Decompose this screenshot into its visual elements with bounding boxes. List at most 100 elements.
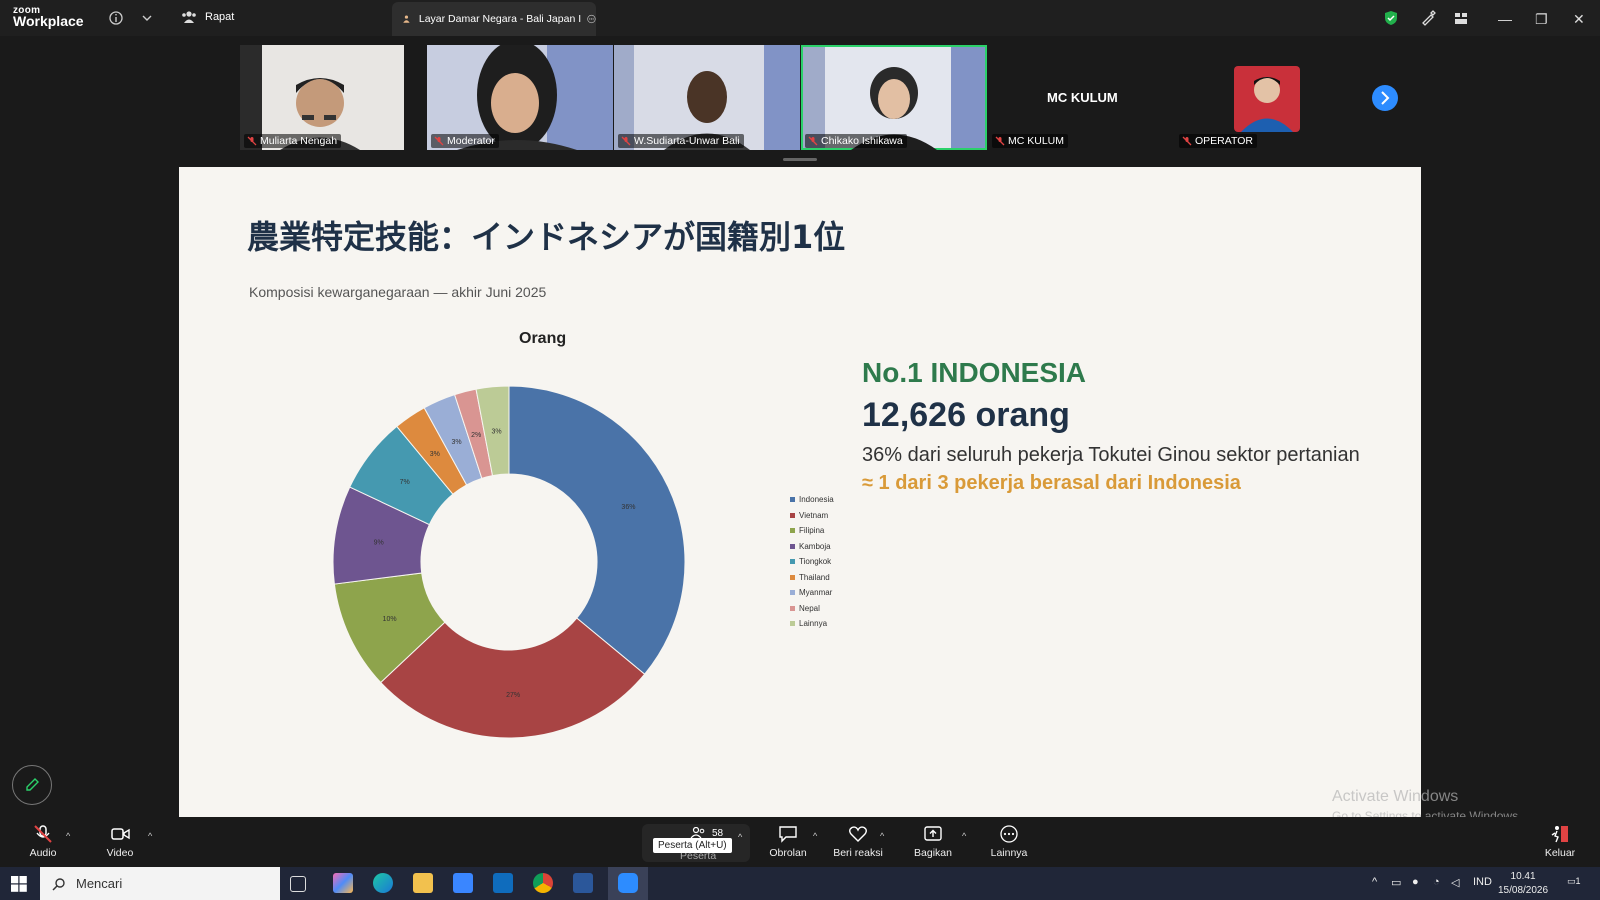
info-icon[interactable]: [107, 9, 125, 27]
mic-muted-icon: [621, 136, 631, 149]
legend-item: Kamboja: [790, 539, 834, 555]
chrome-icon[interactable]: [533, 873, 553, 893]
slide-title: 農業特定技能：インドネシアが国籍別1位: [247, 218, 846, 256]
close-button[interactable]: ✕: [1573, 11, 1585, 28]
tray-mic-icon[interactable]: ●: [1412, 876, 1419, 888]
windows-start-icon[interactable]: [11, 876, 27, 892]
tray-language[interactable]: IND: [1473, 876, 1492, 888]
participant-tile[interactable]: OPERATOR: [1175, 45, 1361, 150]
task-view-icon[interactable]: [290, 876, 306, 892]
legend-label: Kamboja: [799, 541, 831, 551]
legend-label: Indonesia: [799, 495, 834, 505]
participant-tile[interactable]: W.Sudiarta-Unwar Bali: [614, 45, 800, 150]
legend-label: Filipina: [799, 526, 825, 536]
store-icon[interactable]: [453, 873, 473, 893]
legend-swatch: [790, 559, 795, 565]
headline-rank: No.1 INDONESIA: [862, 357, 1087, 388]
donut-slice-label: 9%: [374, 539, 384, 546]
react-button[interactable]: Beri reaksi: [828, 824, 888, 859]
donut-slice-label: 36%: [621, 504, 635, 511]
annotate-pencil-button[interactable]: [12, 765, 52, 805]
more-options-icon[interactable]: [587, 12, 596, 26]
participant-name: W.Sudiarta-Unwar Bali: [618, 134, 744, 148]
restore-button[interactable]: ❐: [1535, 11, 1548, 28]
zoom-app-icon[interactable]: [618, 873, 638, 893]
legend-label: Myanmar: [799, 588, 833, 598]
next-page-arrow-icon[interactable]: [1371, 84, 1399, 112]
legend-swatch: [790, 497, 795, 503]
share-tab-label: Layar Damar Negara - Bali Japan I: [418, 13, 582, 25]
legend-item: Tiongkok: [790, 554, 834, 570]
clock-time: 10.41: [1510, 871, 1536, 882]
edge-browser-icon[interactable]: [373, 873, 393, 893]
share-button[interactable]: Bagikan: [903, 824, 963, 859]
gallery-view-icon[interactable]: [1452, 9, 1470, 27]
share-options-caret[interactable]: ^: [962, 831, 966, 841]
mic-muted-icon: [1182, 136, 1192, 149]
legend-item: Vietnam: [790, 508, 834, 524]
mic-muted-icon: [995, 136, 1005, 149]
video-button[interactable]: Video: [90, 824, 150, 859]
copilot-icon[interactable]: [333, 873, 353, 893]
chat-button[interactable]: Obrolan: [758, 824, 818, 859]
clock-date: 15/08/2026: [1498, 885, 1549, 896]
zoom-logo: zoom Workplace: [13, 6, 84, 29]
audio-button[interactable]: Audio: [13, 824, 73, 859]
windows-taskbar: Mencari ^ ▭ ● ◔ ◁ IND 10.41 15/08/2026 ▭…: [0, 867, 1600, 900]
participant-tile-active[interactable]: Chikako Ishikawa: [801, 45, 987, 150]
donut-slice-label: 27%: [506, 692, 520, 699]
participant-tile[interactable]: Moderator: [427, 45, 613, 150]
audio-options-caret[interactable]: ^: [66, 831, 70, 841]
react-label: Beri reaksi: [833, 847, 883, 859]
participants-options-caret[interactable]: ^: [738, 832, 742, 842]
legend-item: Myanmar: [790, 585, 834, 601]
tray-wifi-icon[interactable]: ◔: [1433, 876, 1440, 888]
legend-label: Lainnya: [799, 619, 828, 629]
participants-tooltip: Peserta (Alt+U): [653, 838, 732, 853]
outlook-icon[interactable]: [493, 873, 513, 893]
word-icon[interactable]: [573, 873, 593, 893]
resize-handle[interactable]: [783, 158, 817, 161]
chevron-down-icon[interactable]: [138, 9, 156, 27]
react-options-caret[interactable]: ^: [880, 831, 884, 841]
video-options-caret[interactable]: ^: [148, 831, 152, 841]
tray-volume-icon[interactable]: ◁: [1451, 876, 1459, 889]
title-bar: zoom Workplace Rapat Layar Damar Negara …: [0, 0, 1600, 36]
share-person-icon: [403, 15, 410, 23]
logo-bottom-text: Workplace: [13, 13, 84, 29]
tray-overflow-caret[interactable]: ^: [1372, 876, 1377, 888]
legend-label: Thailand: [799, 572, 830, 582]
file-explorer-icon[interactable]: [413, 873, 433, 893]
legend-swatch: [790, 605, 795, 611]
chat-icon: [779, 826, 797, 843]
donut-slice-label: 7%: [400, 479, 410, 486]
meeting-tab[interactable]: Rapat: [181, 10, 234, 24]
participant-tile[interactable]: Muliarta Nengah: [240, 45, 404, 150]
security-shield-icon[interactable]: [1382, 9, 1400, 27]
donut-slice-label: 10%: [383, 616, 397, 623]
participant-name: OPERATOR: [1179, 134, 1257, 148]
legend-swatch: [790, 512, 795, 518]
share-screen-icon: [924, 826, 942, 841]
more-button[interactable]: Lainnya: [979, 824, 1039, 859]
leave-button[interactable]: Keluar: [1530, 824, 1590, 859]
legend-item: Filipina: [790, 523, 834, 539]
legend-swatch: [790, 574, 795, 580]
legend-label: Vietnam: [799, 510, 829, 520]
taskbar-search[interactable]: Mencari: [40, 867, 280, 900]
notification-count: 1: [1575, 876, 1581, 886]
headline-count: 12,626 orang: [862, 396, 1070, 434]
legend-swatch: [790, 621, 795, 627]
legend-item: Indonesia: [790, 492, 834, 508]
share-tab[interactable]: Layar Damar Negara - Bali Japan I: [392, 2, 596, 36]
search-placeholder: Mencari: [76, 876, 123, 891]
tray-clock[interactable]: 10.41 15/08/2026: [1498, 870, 1548, 898]
mic-muted-icon: [247, 136, 257, 149]
mic-muted-icon: [434, 136, 444, 149]
annotate-icon[interactable]: [1419, 9, 1437, 27]
chat-options-caret[interactable]: ^: [813, 831, 817, 841]
tray-network-icon[interactable]: ▭: [1391, 876, 1401, 889]
notification-center[interactable]: ▭1: [1567, 876, 1581, 887]
minimize-button[interactable]: —: [1498, 11, 1512, 27]
legend-label: Nepal: [799, 603, 820, 613]
